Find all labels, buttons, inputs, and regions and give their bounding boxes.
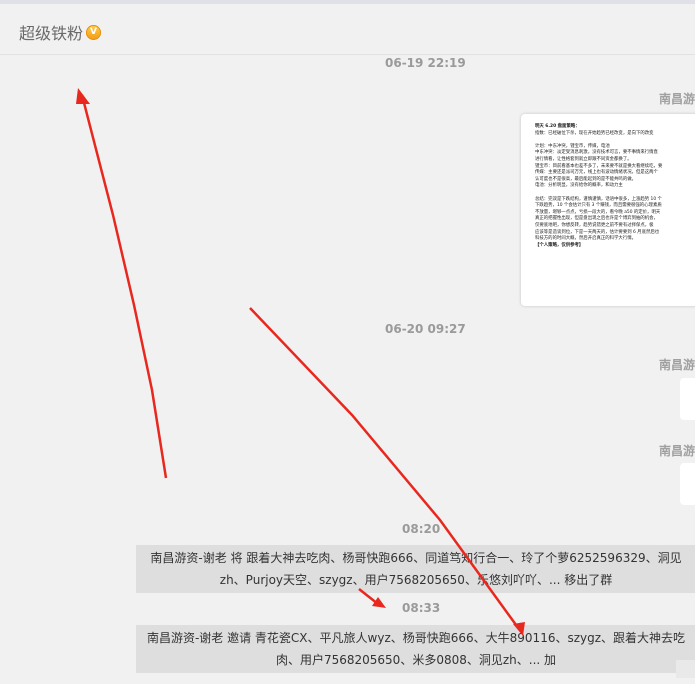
annotation-arrows bbox=[76, 88, 525, 636]
red-arrow-annotation bbox=[80, 94, 168, 479]
red-arrow-head bbox=[513, 622, 525, 636]
red-arrow-head bbox=[76, 88, 90, 104]
red-arrow-annotation bbox=[249, 307, 521, 630]
